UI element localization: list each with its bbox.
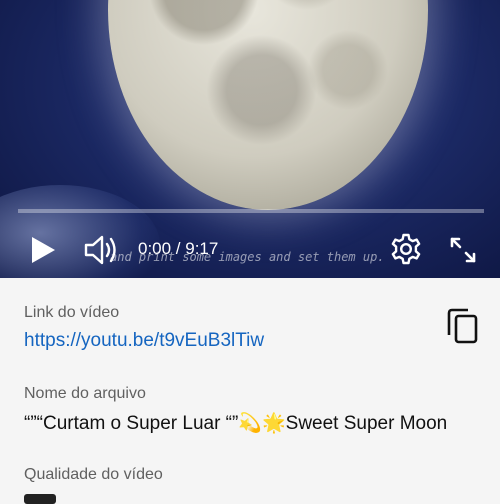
copy-icon — [447, 308, 478, 344]
quality-label: Qualidade do vídeo — [24, 466, 163, 483]
quality-option-checkbox[interactable] — [24, 494, 56, 504]
play-button[interactable] — [26, 234, 60, 266]
video-frame-cloud — [0, 185, 160, 278]
filename-label: Nome do arquivo — [24, 385, 146, 402]
copy-link-button[interactable] — [446, 307, 480, 345]
filename-value: “”“Curtam o Super Luar “”💫🌟Sweet Super M… — [24, 413, 448, 434]
gear-icon — [391, 233, 421, 265]
progress-bar[interactable] — [18, 209, 484, 213]
settings-button[interactable] — [386, 229, 426, 269]
volume-button[interactable] — [82, 232, 122, 268]
link-label: Link do vídeo — [24, 304, 120, 321]
video-link[interactable]: https://youtu.be/t9vEuB3lTiw — [24, 330, 264, 352]
fullscreen-icon — [450, 237, 476, 263]
play-icon — [32, 237, 55, 263]
time-display: 0:00 / 9:17 — [138, 239, 219, 258]
fullscreen-button[interactable] — [444, 231, 482, 269]
volume-icon — [84, 235, 116, 265]
video-frame-moon — [108, 0, 428, 210]
video-player[interactable]: and print some images and set them up. 0… — [0, 0, 500, 278]
